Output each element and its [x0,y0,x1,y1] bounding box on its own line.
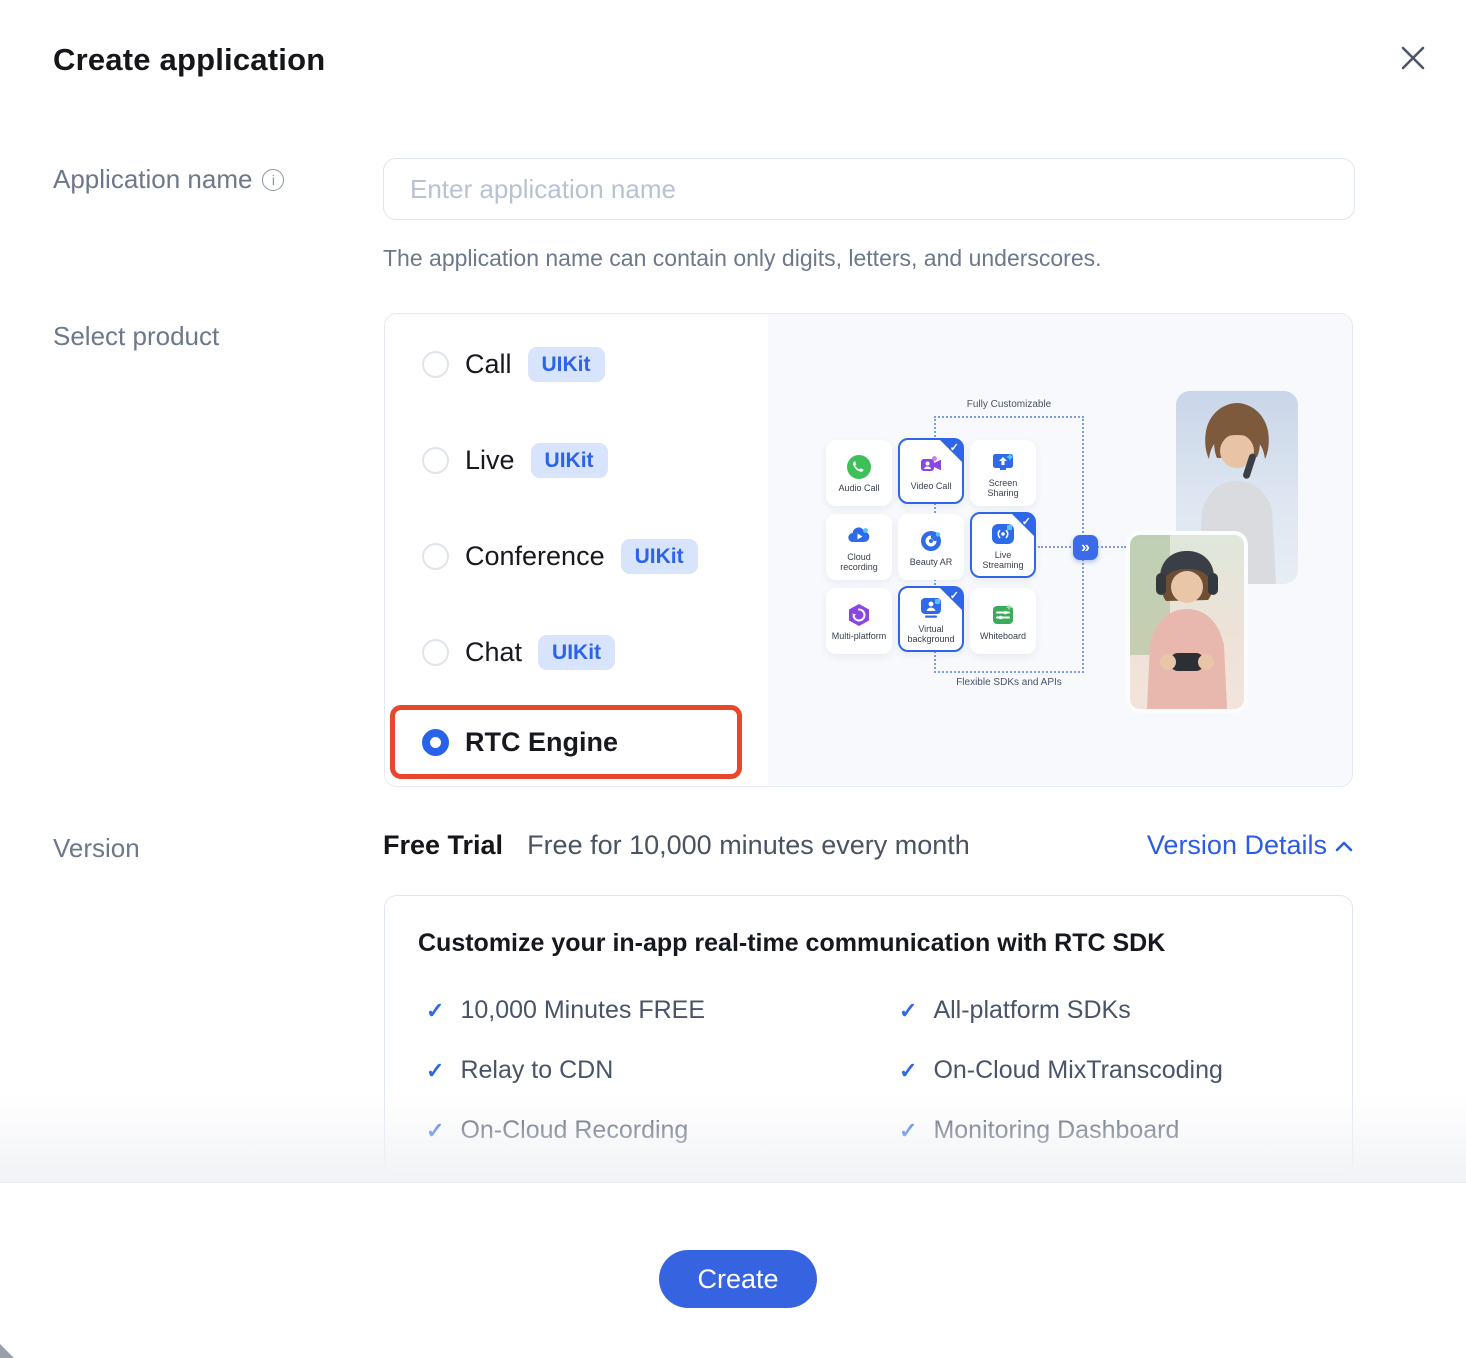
application-name-label: Application name i [53,164,285,195]
illustration-caption-bottom: Flexible SDKs and APIs [956,677,1062,688]
feature-item: ✓ All-platform SDKs [899,996,1131,1024]
select-product-label: Select product [53,321,220,351]
tile-video-call: ✓ Video Call [898,438,964,504]
tile-audio-call: Audio Call [826,440,892,506]
product-option-conference[interactable]: Conference UIKit [385,534,768,578]
tile-check-icon: ✓ [1021,516,1031,528]
tile-beauty-ar: Beauty AR [898,514,964,580]
uikit-badge: UIKit [527,346,605,382]
uikit-badge: UIKit [620,538,698,574]
beauty-ar-icon [918,528,944,554]
product-option-call[interactable]: Call UIKit [385,342,768,386]
version-details-title: Customize your in-app real-time communic… [418,929,1166,957]
product-illustration: Fully Customizable Flexible SDKs and API… [768,314,1352,785]
feature-item: ✓ 10,000 Minutes FREE [426,996,706,1024]
version-tier: Free Trial [383,830,504,860]
application-name-input[interactable] [383,158,1355,220]
product-option-live[interactable]: Live UIKit [385,438,768,482]
chevron-up-icon [1335,840,1353,852]
version-description: Free for 10,000 minutes every month [527,830,970,860]
check-icon: ✓ [426,1057,445,1083]
photo-kid-gaming [1126,531,1248,713]
check-icon: ✓ [899,1057,918,1083]
tile-check-icon: ✓ [949,590,959,602]
tile-check-icon: ✓ [949,442,959,454]
create-application-dialog: Create application Application name i Th… [0,0,1466,1358]
version-label: Version [53,833,140,863]
tile-virtual-background: ✓ Virtual background [898,586,964,652]
create-button[interactable]: Create [659,1250,817,1308]
tile-live-streaming: ✓ Live Streaming [970,512,1036,578]
feature-item: ✓ On-Cloud Recording [426,1116,689,1144]
illustration-caption-top: Fully Customizable [966,399,1052,410]
check-icon: ✓ [426,1117,445,1143]
forward-arrow-icon: » [1073,535,1098,560]
multi-platform-icon [846,602,872,628]
radio-conference[interactable] [422,542,449,570]
radio-chat[interactable] [422,638,449,666]
cloud-recording-icon [846,523,872,549]
version-row: Free Trial Free for 10,000 minutes every… [383,830,1353,861]
feature-item: ✓ Relay to CDN [426,1056,614,1084]
check-icon: ✓ [899,997,918,1023]
close-button[interactable] [1393,38,1433,78]
feature-item: ✓ Monitoring Dashboard [899,1116,1180,1144]
tile-cloud-recording: Cloud recording [826,514,892,580]
page-title: Create application [53,42,326,77]
application-name-helper: The application name can contain only di… [383,245,1102,271]
version-details-card: Customize your in-app real-time communic… [384,895,1353,1175]
tile-multi-platform: Multi-platform [826,588,892,654]
feature-item: ✓ On-Cloud MixTranscoding [899,1056,1223,1084]
product-selector: Call UIKit Live UIKit Conference UIKit C… [384,313,1353,787]
close-icon [1398,43,1428,73]
version-details-link[interactable]: Version Details [1147,830,1353,861]
info-icon[interactable]: i [262,168,285,191]
audio-call-icon [846,454,872,480]
tile-whiteboard: Whiteboard [970,588,1036,654]
dialog-footer: Create [0,1182,1466,1358]
radio-live[interactable] [422,446,449,474]
tile-screen-sharing: Screen Sharing [970,440,1036,506]
radio-call[interactable] [422,350,449,378]
radio-rtc-engine[interactable] [422,728,449,756]
whiteboard-icon [990,602,1016,628]
check-icon: ✓ [899,1117,918,1143]
uikit-badge: UIKit [530,442,608,478]
screen-sharing-icon [990,449,1016,475]
product-option-chat[interactable]: Chat UIKit [385,630,768,674]
uikit-badge: UIKit [538,634,616,670]
check-icon: ✓ [426,997,445,1023]
product-option-rtc-engine[interactable]: RTC Engine [390,705,742,779]
